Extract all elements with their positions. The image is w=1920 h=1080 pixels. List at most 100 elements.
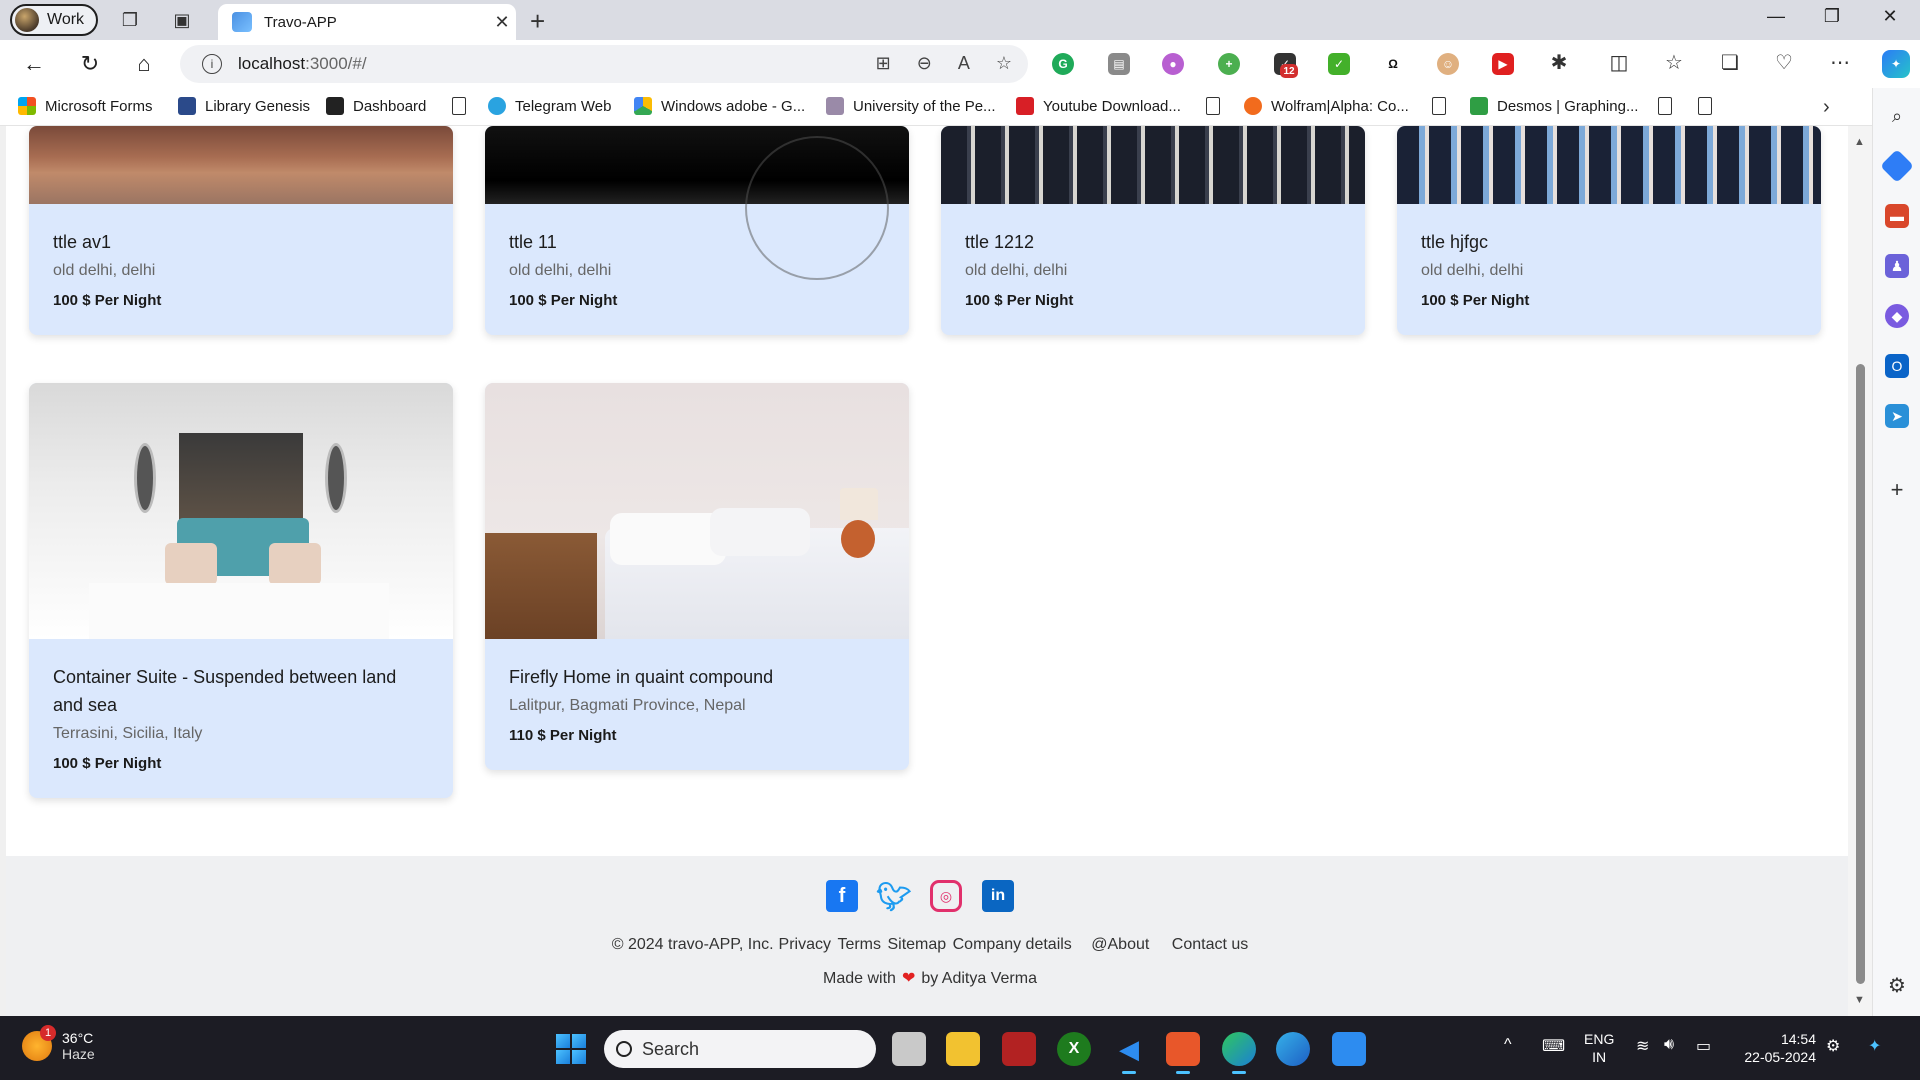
read-aloud-icon[interactable]: A	[958, 53, 970, 74]
keyboard-icon[interactable]: ⌨	[1542, 1036, 1565, 1056]
vscode-icon[interactable]: ◀	[1112, 1032, 1146, 1074]
sidebar-tools-icon[interactable]: ▬	[1885, 204, 1909, 228]
listing-card[interactable]: Firefly Home in quaint compound Lalitpur…	[485, 383, 909, 770]
bookmark-blank-5[interactable]	[1698, 97, 1712, 115]
edge-dev-icon[interactable]	[1276, 1032, 1310, 1066]
address-bar[interactable]: i localhost:3000/#/ ⊞ ⊖ A ☆	[180, 45, 1028, 83]
sidebar-search-icon[interactable]: ⌕	[1885, 104, 1909, 128]
profile-button[interactable]: Work	[10, 4, 98, 36]
bookmark-windows-adobe[interactable]: Windows adobe - G...	[634, 97, 805, 115]
tab-travo-app[interactable]: Travo-APP ✕	[218, 4, 516, 40]
edge-icon[interactable]	[1222, 1032, 1256, 1074]
new-tab-button[interactable]: +	[530, 6, 545, 37]
file-explorer-icon[interactable]	[946, 1032, 980, 1066]
listing-card[interactable]: ttle 1212 old delhi, delhi 100 $ Per Nig…	[941, 126, 1365, 335]
listing-image[interactable]	[485, 383, 909, 639]
workspaces-icon[interactable]: ❐	[118, 8, 142, 32]
bookmark-dashboard[interactable]: Dashboard	[326, 97, 426, 115]
volume-icon[interactable]: 🔊︎	[1664, 1036, 1674, 1054]
facebook-icon[interactable]: f	[826, 880, 858, 912]
bookmark-telegram-web[interactable]: Telegram Web	[488, 97, 611, 115]
bookmark-blank-4[interactable]	[1658, 97, 1672, 115]
footer-link-about[interactable]: @About	[1091, 936, 1149, 953]
sidebar-add-icon[interactable]: +	[1885, 477, 1909, 502]
split-screen-icon[interactable]: ◫	[1605, 50, 1633, 75]
sidebar-shopping-icon[interactable]	[1880, 149, 1914, 183]
collections-icon[interactable]: ❏	[1716, 50, 1744, 75]
bookmark-blank-2[interactable]	[1206, 97, 1220, 115]
extension-youtube-icon[interactable]: ▶	[1492, 53, 1514, 75]
bookmark-university[interactable]: University of the Pe...	[826, 97, 996, 115]
minimize-button[interactable]: —	[1756, 6, 1796, 27]
listing-image[interactable]	[29, 126, 453, 204]
favorites-icon[interactable]: ☆	[1660, 50, 1688, 75]
taskbar-clock[interactable]: 14:54 22-05-2024	[1736, 1030, 1816, 1066]
scroll-up-icon[interactable]: ▲	[1854, 136, 1865, 148]
task-view-icon[interactable]	[892, 1032, 926, 1066]
extension-shield-icon[interactable]: ✓	[1328, 53, 1350, 75]
bookmark-library-genesis[interactable]: Library Genesis	[178, 97, 310, 115]
home-button[interactable]: ⌂	[130, 50, 158, 78]
sidebar-send-icon[interactable]: ➤	[1885, 404, 1909, 428]
bookmark-youtube-download[interactable]: Youtube Download...	[1016, 97, 1181, 115]
twitter-icon[interactable]: 🐦︎	[876, 880, 912, 912]
extension-color-icon[interactable]: ●	[1162, 53, 1184, 75]
copilot-icon[interactable]: ✦	[1882, 50, 1910, 78]
footer-link-contact[interactable]: Contact us	[1172, 936, 1248, 953]
tab-close-icon[interactable]: ✕	[488, 12, 516, 33]
tab-actions-icon[interactable]: ▣	[170, 8, 194, 32]
weather-widget[interactable]: 1 36°C Haze	[22, 1025, 95, 1062]
bookmark-blank-3[interactable]	[1432, 97, 1446, 115]
listing-card[interactable]: ttle av1 old delhi, delhi 100 $ Per Nigh…	[29, 126, 453, 335]
photos-icon[interactable]	[1332, 1032, 1366, 1066]
bookmarks-chevron-right-icon[interactable]: ›	[1823, 96, 1830, 119]
back-button[interactable]: ←	[20, 50, 48, 78]
language-indicator[interactable]: ENG IN	[1584, 1030, 1614, 1066]
battery-icon[interactable]: ▭	[1696, 1036, 1711, 1056]
scrollbar-thumb[interactable]	[1856, 364, 1865, 984]
refresh-button[interactable]: ↻	[76, 50, 104, 78]
app-available-icon[interactable]: ⊞	[876, 53, 891, 74]
extension-face-icon[interactable]: ☺	[1437, 53, 1459, 75]
taskbar-search[interactable]: Search	[604, 1030, 876, 1068]
site-info-icon[interactable]: i	[202, 54, 222, 74]
bookmark-desmos[interactable]: Desmos | Graphing...	[1470, 97, 1638, 115]
listing-image[interactable]	[485, 126, 909, 280]
copilot-taskbar-icon[interactable]: ✦	[1868, 1036, 1881, 1056]
tray-overflow-chevron-icon[interactable]: ^	[1504, 1036, 1512, 1054]
listing-image[interactable]	[1397, 126, 1821, 204]
extension-copy-icon[interactable]: ▤	[1108, 53, 1130, 75]
url-text[interactable]: localhost:3000/#/	[238, 54, 367, 74]
bookmark-wolfram-alpha[interactable]: Wolfram|Alpha: Co...	[1244, 97, 1409, 115]
close-window-button[interactable]: ✕	[1870, 6, 1910, 27]
sidebar-games-icon[interactable]: ♟	[1885, 254, 1909, 278]
brave-icon[interactable]	[1166, 1032, 1200, 1074]
footer-link-privacy[interactable]: Privacy	[779, 936, 831, 953]
notification-settings-icon[interactable]: ⚙	[1826, 1036, 1840, 1056]
extensions-puzzle-icon[interactable]: ✱	[1545, 50, 1573, 75]
linkedin-icon[interactable]: in	[982, 880, 1014, 912]
zoom-icon[interactable]: ⊖	[917, 53, 932, 74]
xbox-icon[interactable]: X	[1057, 1032, 1091, 1066]
instagram-icon[interactable]: ◎	[930, 880, 962, 912]
start-button[interactable]	[556, 1034, 586, 1064]
favorite-star-icon[interactable]: ☆	[996, 53, 1012, 74]
extension-omega-icon[interactable]: Ω	[1382, 53, 1404, 75]
wifi-icon[interactable]: ≋	[1636, 1036, 1649, 1056]
sidebar-m365-icon[interactable]: ◆	[1885, 304, 1909, 328]
sidebar-outlook-icon[interactable]: O	[1885, 354, 1909, 378]
extension-plus-icon[interactable]: +	[1218, 53, 1240, 75]
listing-card[interactable]: ttle hjfgc old delhi, delhi 100 $ Per Ni…	[1397, 126, 1821, 335]
taskbar-app-red-icon[interactable]	[1002, 1032, 1036, 1066]
page-scrollbar[interactable]: ▲ ▼	[1848, 126, 1872, 1016]
sidebar-settings-gear-icon[interactable]: ⚙	[1885, 973, 1909, 997]
footer-link-sitemap[interactable]: Sitemap	[887, 936, 946, 953]
scroll-down-icon[interactable]: ▼	[1854, 994, 1865, 1006]
listing-card[interactable]: ttle 11 old delhi, delhi 100 $ Per Night	[485, 126, 909, 335]
restore-button[interactable]: ❐	[1812, 6, 1852, 27]
footer-link-company-details[interactable]: Company details	[953, 936, 1072, 953]
bookmark-microsoft-forms[interactable]: Microsoft Forms	[18, 97, 153, 115]
footer-link-terms[interactable]: Terms	[837, 936, 881, 953]
grammarly-extension-icon[interactable]: G	[1052, 53, 1074, 75]
health-icon[interactable]: ♡	[1770, 50, 1798, 75]
